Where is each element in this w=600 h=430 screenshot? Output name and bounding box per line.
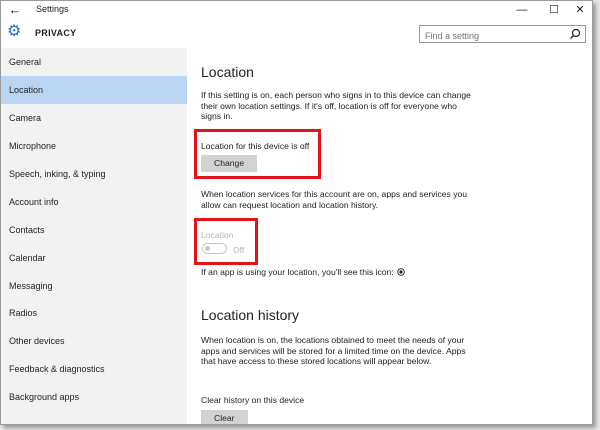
account-text: When location services for this account … (201, 189, 468, 210)
section-heading: Location (201, 64, 254, 80)
settings-window: ← Settings — ☐ ✕ ⚙ PRIVACY General Locat… (0, 0, 593, 425)
sidebar-item-calendar[interactable]: Calendar (1, 244, 187, 272)
sidebar-item-feedback[interactable]: Feedback & diagnostics (1, 355, 187, 383)
location-history-heading: Location history (201, 307, 300, 323)
sidebar-item-other-devices[interactable]: Other devices (1, 327, 187, 355)
history-text: When location is on, the locations obtai… (201, 335, 466, 367)
maximize-button[interactable]: ☐ (540, 1, 568, 20)
sidebar-item-location[interactable]: Location (1, 76, 187, 104)
minimize-button[interactable]: — (508, 1, 536, 20)
gear-icon: ⚙ (7, 23, 22, 40)
close-button[interactable]: ✕ (566, 1, 592, 20)
sidebar-item-general[interactable]: General (1, 48, 187, 76)
sidebar-item-background-apps[interactable]: Background apps (1, 383, 187, 411)
title-bar: ← Settings — ☐ ✕ (1, 1, 592, 20)
search-icon[interactable] (569, 28, 581, 40)
highlight-box-location-toggle (194, 218, 258, 265)
search-box[interactable] (419, 25, 586, 43)
sidebar-item-radios[interactable]: Radios (1, 299, 187, 327)
page-title: PRIVACY (35, 28, 77, 38)
sidebar-item-camera[interactable]: Camera (1, 104, 187, 132)
window-title: Settings (36, 4, 69, 14)
sidebar-item-account-info[interactable]: Account info (1, 188, 187, 216)
location-indicator-icon (397, 268, 405, 276)
clear-history-label: Clear history on this device (201, 395, 305, 405)
sidebar-item-contacts[interactable]: Contacts (1, 216, 187, 244)
sidebar-item-microphone[interactable]: Microphone (1, 132, 187, 160)
sidebar-item-messaging[interactable]: Messaging (1, 272, 187, 300)
clear-button[interactable]: Clear (201, 410, 248, 424)
back-arrow-icon[interactable]: ← (7, 2, 23, 18)
sidebar-item-speech[interactable]: Speech, inking, & typing (1, 160, 187, 188)
search-input[interactable] (425, 29, 570, 43)
highlight-box-device-location (194, 129, 321, 179)
intro-text: If this setting is on, each person who s… (201, 90, 471, 122)
sidebar: General Location Camera Microphone Speec… (1, 48, 187, 424)
icon-note-text: If an app is using your location, you'll… (201, 267, 394, 277)
